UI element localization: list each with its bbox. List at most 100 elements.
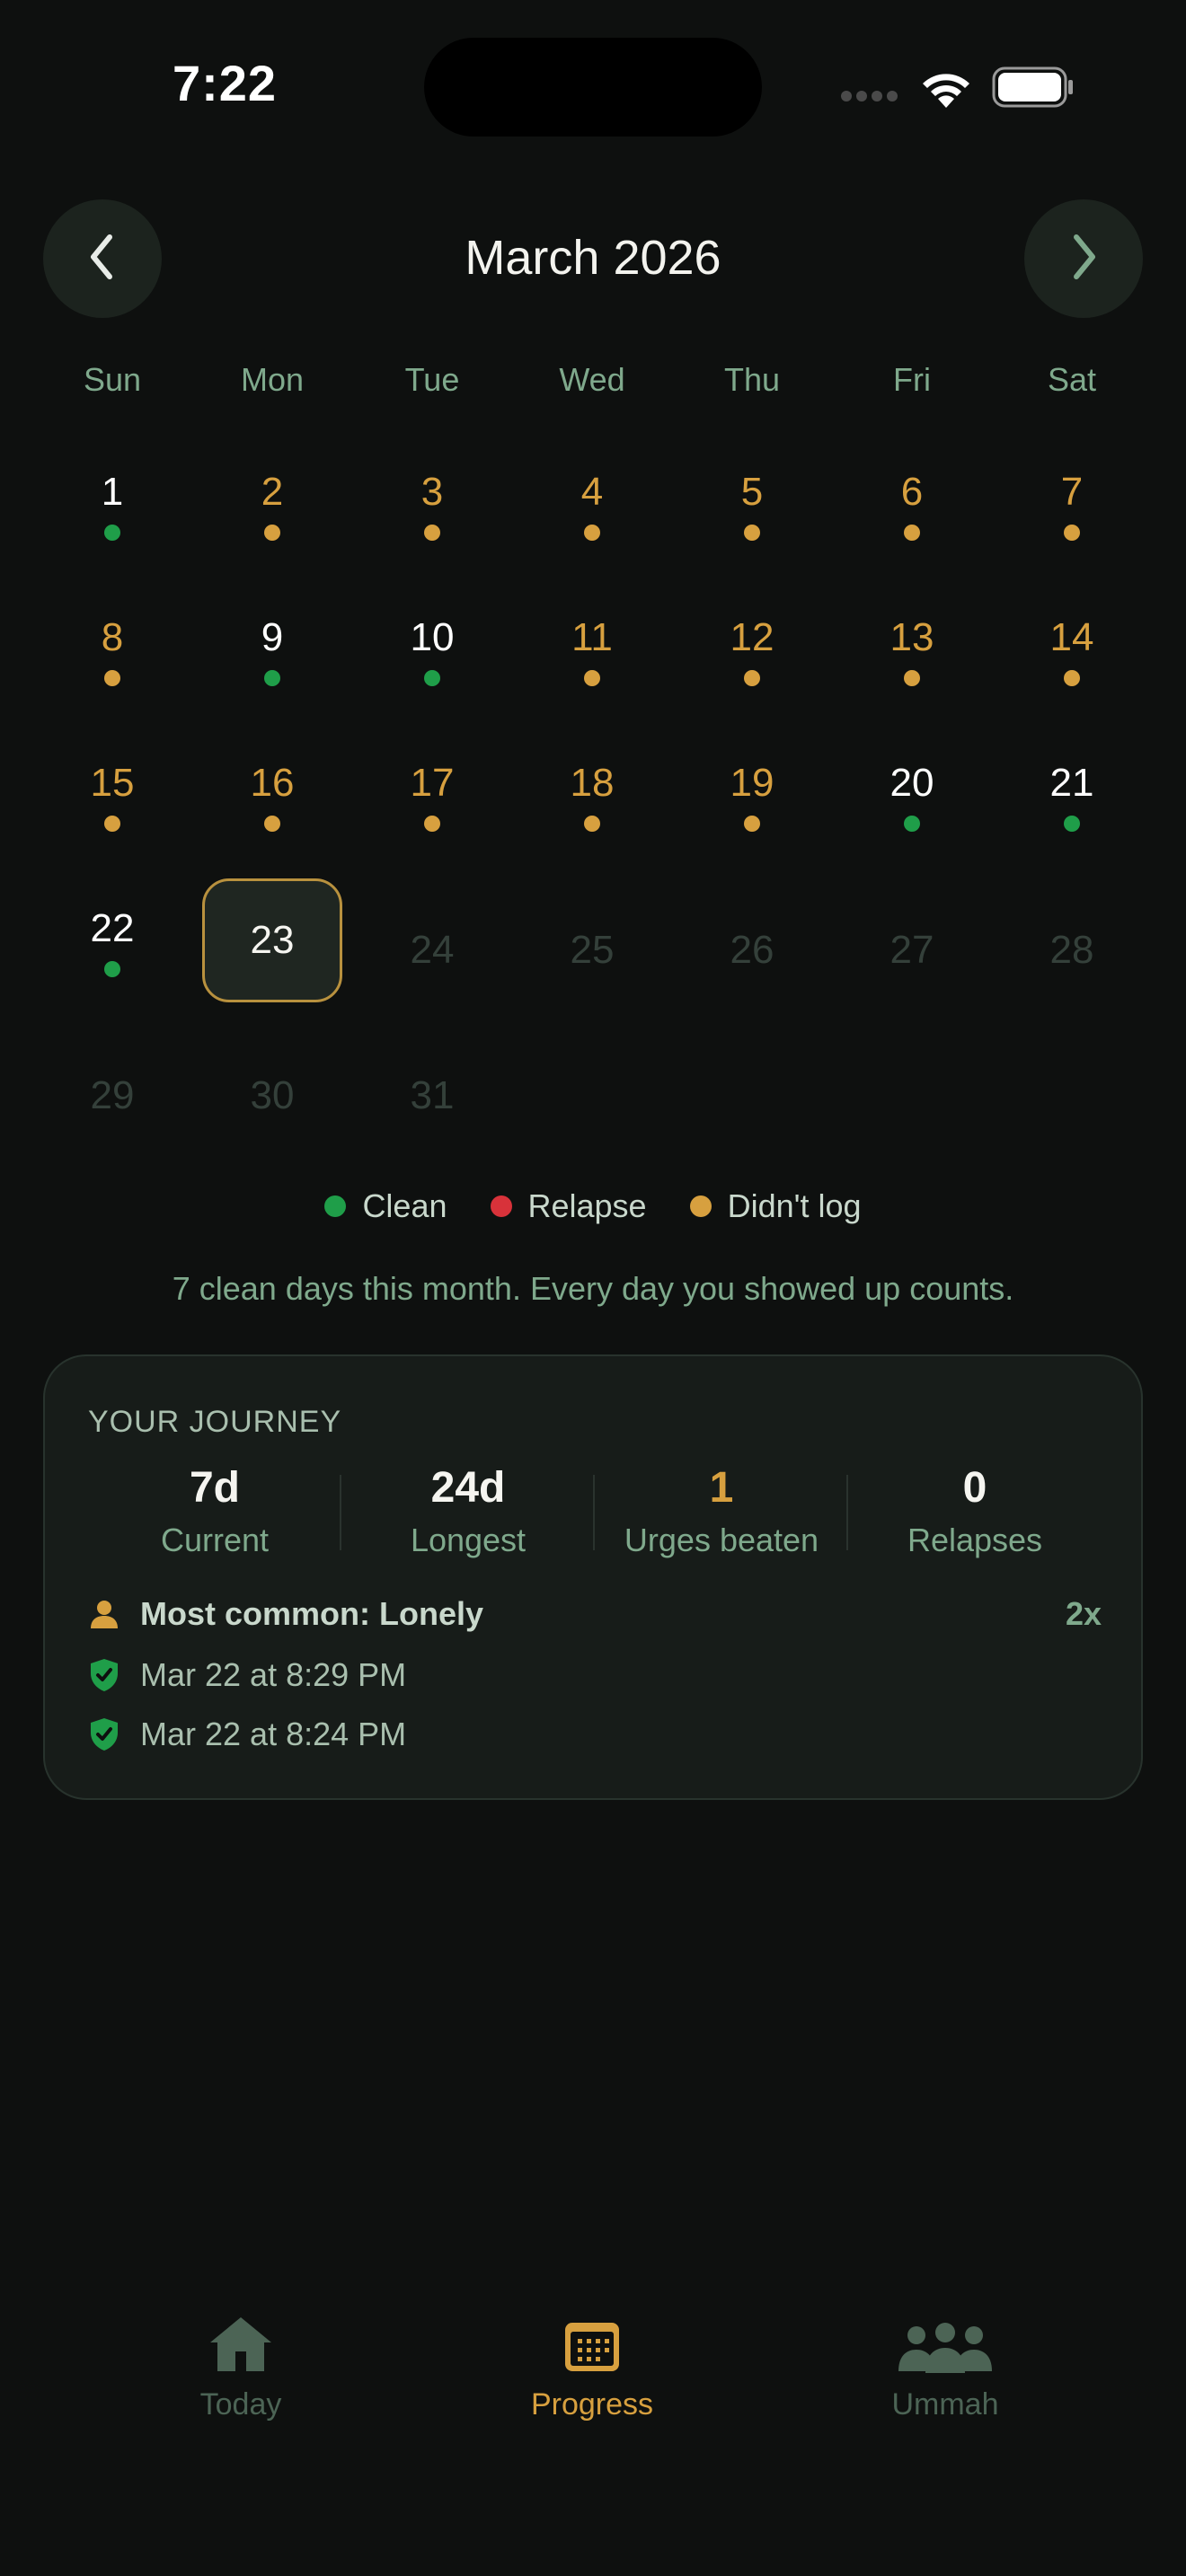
- calendar-day-number: 23: [250, 918, 295, 962]
- legend-relapse-dot: [490, 1195, 512, 1217]
- calendar-day[interactable]: 18: [512, 760, 672, 886]
- stat-urges-beaten: 1 Urges beaten: [595, 1462, 848, 1559]
- house-icon: [106, 2310, 376, 2373]
- legend-relapse: Relapse: [490, 1187, 647, 1225]
- clean-day-dot: [424, 670, 440, 686]
- missed-day-dot: [744, 525, 760, 541]
- legend-relapse-label: Relapse: [527, 1187, 647, 1224]
- calendar-day-number: 2: [261, 470, 284, 514]
- missed-day-dot: [904, 670, 920, 686]
- calendar-day[interactable]: 2: [192, 469, 352, 595]
- calendar-day-number: 11: [571, 615, 613, 659]
- clean-day-dot: [264, 670, 280, 686]
- calendar-day-number: 15: [90, 761, 135, 805]
- calendar-day[interactable]: 20: [832, 760, 992, 886]
- missed-day-dot: [584, 670, 600, 686]
- calendar-day-number: 28: [1049, 928, 1094, 972]
- stat-longest: 24d Longest: [341, 1462, 595, 1559]
- calendar-day-number: 13: [890, 615, 934, 659]
- tab-progress-label: Progress: [530, 2387, 654, 2422]
- calendar-day: 28: [992, 905, 1152, 1031]
- previous-month-button[interactable]: [43, 199, 162, 318]
- calendar-day-number: 24: [410, 928, 455, 972]
- weekday-label: Sat: [1047, 361, 1097, 398]
- calendar-day-number: 12: [730, 615, 774, 659]
- tab-progress[interactable]: Progress: [457, 2310, 727, 2422]
- calendar-icon: [457, 2310, 727, 2373]
- calendar-day[interactable]: 7: [992, 469, 1152, 595]
- most-common-count: 2x: [1065, 1595, 1102, 1632]
- calendar-day[interactable]: 13: [832, 614, 992, 740]
- calendar-day: 24: [352, 905, 512, 1031]
- legend-didnt-log-label: Didn't log: [727, 1187, 862, 1224]
- missed-day-dot: [744, 670, 760, 686]
- next-month-button[interactable]: [1024, 199, 1143, 318]
- calendar-day: 29: [32, 1051, 192, 1177]
- chevron-left-icon: [84, 232, 120, 287]
- calendar-day-number: 29: [90, 1073, 135, 1117]
- calendar-day[interactable]: 3: [352, 469, 512, 595]
- calendar-day[interactable]: 12: [672, 614, 832, 740]
- calendar-day[interactable]: 11: [512, 614, 672, 740]
- urge-entry-text: Mar 22 at 8:24 PM: [140, 1716, 407, 1752]
- calendar-day-number: 30: [250, 1073, 295, 1117]
- calendar-day[interactable]: 17: [352, 760, 512, 886]
- calendar-day[interactable]: 15: [32, 760, 192, 886]
- calendar-day-number: 20: [890, 761, 934, 805]
- calendar-day[interactable]: 1: [32, 469, 192, 595]
- calendar-day[interactable]: 9: [192, 614, 352, 740]
- calendar-day-number: 19: [730, 761, 774, 805]
- calendar-day[interactable]: 5: [672, 469, 832, 595]
- calendar-day[interactable]: 21: [992, 760, 1152, 886]
- calendar-day-number: 21: [1049, 761, 1094, 805]
- calendar-day[interactable]: 22: [32, 905, 192, 1031]
- legend-clean-label: Clean: [362, 1187, 447, 1224]
- battery-icon: [992, 66, 1075, 108]
- calendar-day[interactable]: 8: [32, 614, 192, 740]
- stat-relapses: 0 Relapses: [848, 1462, 1102, 1559]
- missed-day-dot: [424, 816, 440, 832]
- tab-ummah[interactable]: Ummah: [810, 2310, 1080, 2422]
- missed-day-dot: [584, 525, 600, 541]
- calendar-day-number: 3: [420, 470, 444, 514]
- weekday-label: Fri: [893, 361, 931, 398]
- weekday-label: Thu: [723, 361, 781, 398]
- tab-today[interactable]: Today: [106, 2310, 376, 2422]
- stat-relapses-value: 0: [962, 1464, 987, 1512]
- legend-didnt-log-dot: [689, 1195, 712, 1217]
- month-title: March 2026: [465, 231, 721, 285]
- journey-card: YOUR JOURNEY 7d Current 24d Longest 1 Ur…: [43, 1354, 1143, 1800]
- calendar-day-number: 25: [570, 928, 615, 972]
- clean-day-dot: [904, 816, 920, 832]
- calendar-day: 25: [512, 905, 672, 1031]
- missed-day-dot: [1064, 670, 1080, 686]
- stat-urges-value: 1: [709, 1464, 734, 1512]
- calendar-day-today[interactable]: 23: [202, 878, 342, 1002]
- wifi-icon: [918, 66, 974, 110]
- urge-entry: Mar 22 at 8:29 PM: [88, 1656, 1102, 1694]
- calendar-day[interactable]: 16: [192, 760, 352, 886]
- stat-relapses-label: Relapses: [907, 1522, 1043, 1558]
- missed-day-dot: [904, 525, 920, 541]
- calendar-day-number: 17: [410, 761, 455, 805]
- tab-today-label: Today: [199, 2387, 282, 2422]
- month-summary-text: 7 clean days this month. Every day you s…: [172, 1270, 1014, 1307]
- calendar-day[interactable]: 19: [672, 760, 832, 886]
- calendar-day-number: 16: [250, 761, 295, 805]
- calendar-day-number: 22: [90, 906, 135, 950]
- calendar-day[interactable]: 6: [832, 469, 992, 595]
- status-time: 7:22: [172, 55, 278, 111]
- clean-day-dot: [104, 961, 120, 977]
- missed-day-dot: [424, 525, 440, 541]
- calendar-day[interactable]: 4: [512, 469, 672, 595]
- calendar-day: 31: [352, 1051, 512, 1177]
- most-common-trigger: Most common: Lonely 2x: [88, 1595, 1102, 1633]
- stat-current-value: 7d: [189, 1464, 240, 1512]
- tab-ummah-label: Ummah: [891, 2387, 999, 2422]
- shield-check-icon: [88, 1718, 120, 1751]
- calendar-day[interactable]: 10: [352, 614, 512, 740]
- weekday-label: Sun: [83, 361, 142, 398]
- calendar-day-number: 1: [101, 470, 124, 514]
- clean-day-dot: [104, 525, 120, 541]
- calendar-day[interactable]: 14: [992, 614, 1152, 740]
